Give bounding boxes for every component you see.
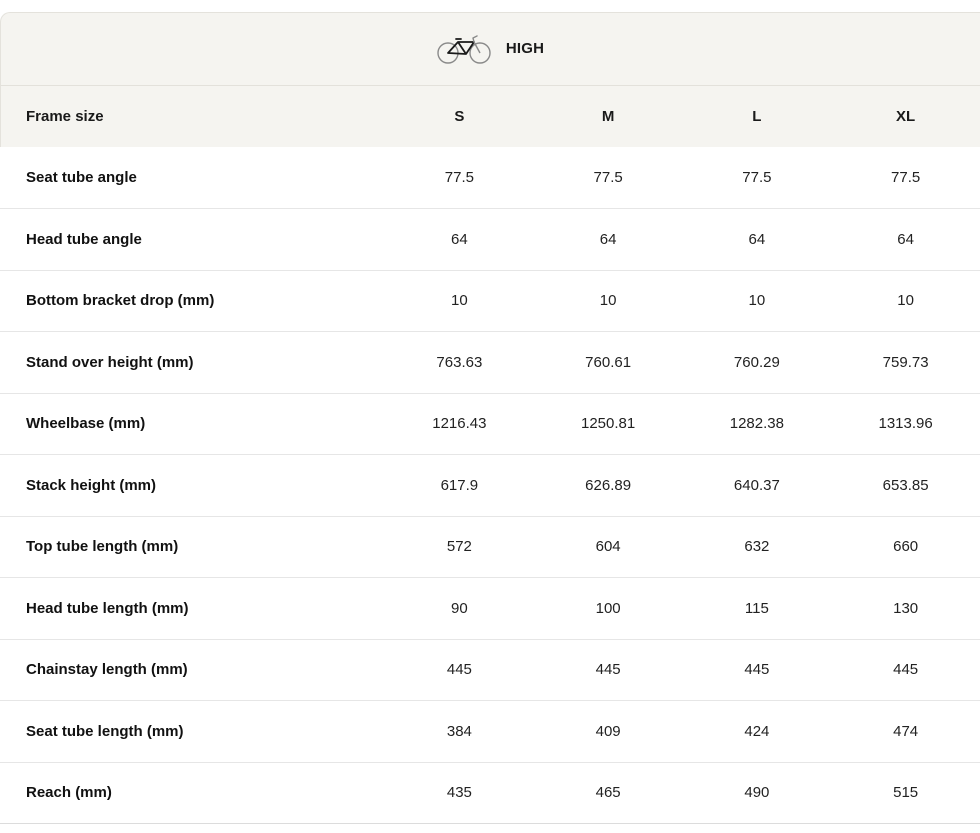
cell-l: 115 (682, 577, 832, 640)
cell-m: 760.61 (533, 331, 683, 394)
cell-s: 10 (385, 270, 534, 332)
size-header-s: S (454, 108, 465, 125)
cell-m: 1250.81 (533, 393, 683, 455)
cell-s: 90 (385, 577, 534, 640)
cell-xl: 474 (831, 700, 980, 763)
cell-m: 604 (533, 516, 683, 578)
table-row: Chainstay length (mm) 445 445 445 445 (0, 639, 980, 701)
cell-s: 763.63 (385, 331, 534, 394)
row-label: Wheelbase (mm) (0, 393, 385, 455)
geometry-card: HIGH Frame size S M L XL Seat tube angle… (0, 0, 980, 833)
cell-l: 64 (682, 208, 832, 271)
cell-s: 384 (385, 700, 534, 763)
cell-xl: 445 (831, 639, 980, 701)
geometry-title-bar: HIGH (0, 12, 980, 86)
row-label: Stand over height (mm) (0, 331, 385, 394)
table-row: Top tube length (mm) 572 604 632 660 (0, 516, 980, 578)
cell-m: 100 (533, 577, 683, 640)
cell-s: 572 (385, 516, 534, 578)
cell-m: 445 (533, 639, 683, 701)
cell-m: 465 (533, 762, 683, 824)
table-row: Wheelbase (mm) 1216.43 1250.81 1282.38 1… (0, 393, 980, 455)
cell-xl: 1313.96 (831, 393, 980, 455)
cell-xl: 130 (831, 577, 980, 640)
cell-l: 632 (682, 516, 832, 578)
cell-s: 77.5 (385, 147, 534, 209)
cell-xl: 64 (831, 208, 980, 271)
row-label: Stack height (mm) (0, 454, 385, 517)
cell-xl: 77.5 (831, 147, 980, 209)
cell-m: 10 (533, 270, 683, 332)
geometry-table-head: Frame size S M L XL (0, 86, 980, 147)
table-row: Seat tube angle 77.5 77.5 77.5 77.5 (0, 147, 980, 209)
cell-l: 1282.38 (682, 393, 832, 455)
cell-s: 617.9 (385, 454, 534, 517)
table-row: Head tube angle 64 64 64 64 (0, 208, 980, 271)
row-label: Seat tube angle (0, 147, 385, 209)
cell-s: 1216.43 (385, 393, 534, 455)
row-label: Top tube length (mm) (0, 516, 385, 578)
row-label: Chainstay length (mm) (0, 639, 385, 701)
cell-l: 640.37 (682, 454, 832, 517)
row-label: Reach (mm) (0, 762, 385, 824)
size-header-xl: XL (896, 108, 916, 125)
header-row: Frame size S M L XL (0, 86, 980, 147)
table-row: Stack height (mm) 617.9 626.89 640.37 65… (0, 454, 980, 517)
cell-m: 77.5 (533, 147, 683, 209)
cell-l: 760.29 (682, 331, 832, 394)
table-row: Bottom bracket drop (mm) 10 10 10 10 (0, 270, 980, 332)
cell-xl: 515 (831, 762, 980, 824)
cell-s: 445 (385, 639, 534, 701)
size-header-m: M (601, 108, 615, 125)
table-row: Head tube length (mm) 90 100 115 130 (0, 577, 980, 640)
frame-size-header: Frame size (26, 108, 104, 125)
size-header-l: L (752, 108, 762, 125)
table-row: Reach (mm) 435 465 490 515 (0, 762, 980, 824)
row-label: Head tube angle (0, 208, 385, 271)
cell-l: 424 (682, 700, 832, 763)
cell-l: 10 (682, 270, 832, 332)
cell-s: 64 (385, 208, 534, 271)
cell-m: 409 (533, 700, 683, 763)
table-row: Stand over height (mm) 763.63 760.61 760… (0, 331, 980, 394)
cell-xl: 759.73 (831, 331, 980, 394)
geometry-table-body: Seat tube angle 77.5 77.5 77.5 77.5 Head… (0, 147, 980, 824)
cell-l: 445 (682, 639, 832, 701)
cell-xl: 653.85 (831, 454, 980, 517)
geometry-title: HIGH (505, 40, 545, 57)
cell-m: 626.89 (533, 454, 683, 517)
cell-s: 435 (385, 762, 534, 824)
cell-xl: 10 (831, 270, 980, 332)
geometry-table: Frame size S M L XL Seat tube angle 77.5… (0, 86, 980, 824)
row-label: Head tube length (mm) (0, 577, 385, 640)
cell-m: 64 (533, 208, 683, 271)
bicycle-icon (437, 34, 491, 64)
row-label: Bottom bracket drop (mm) (0, 270, 385, 332)
cell-l: 77.5 (682, 147, 832, 209)
row-label: Seat tube length (mm) (0, 700, 385, 763)
cell-l: 490 (682, 762, 832, 824)
table-row: Seat tube length (mm) 384 409 424 474 (0, 700, 980, 763)
cell-xl: 660 (831, 516, 980, 578)
